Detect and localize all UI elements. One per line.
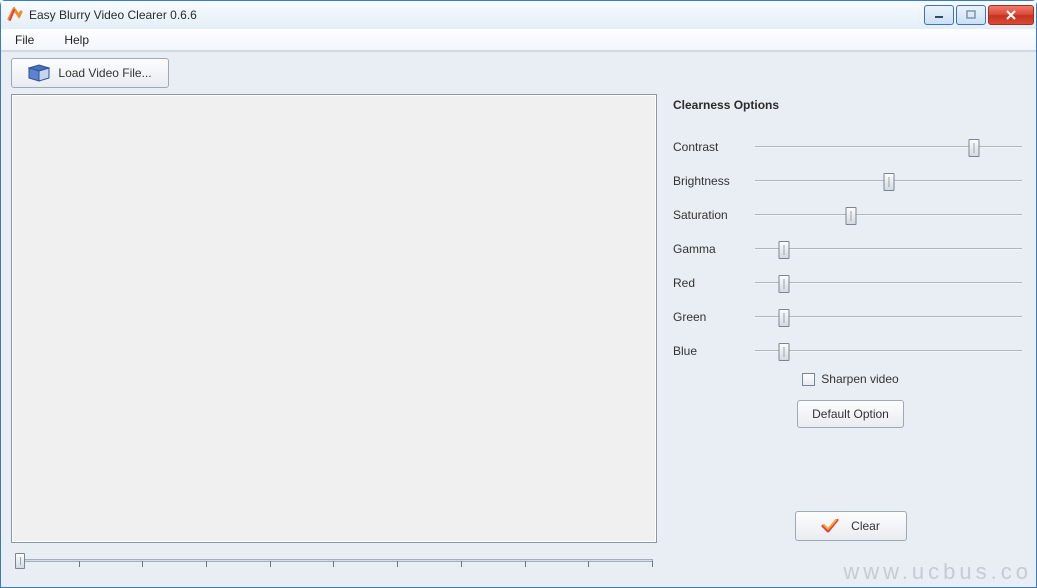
brightness-slider[interactable] bbox=[755, 171, 1022, 191]
timeline-slider[interactable] bbox=[11, 549, 657, 575]
close-button[interactable] bbox=[988, 5, 1034, 25]
titlebar: Easy Blurry Video Clearer 0.6.6 bbox=[1, 1, 1036, 29]
slider-row-brightness: Brightness bbox=[673, 164, 1028, 198]
window-controls bbox=[924, 5, 1034, 25]
body-row: Clearness Options Contrast Brightness Satu… bbox=[11, 94, 1028, 577]
slider-label: Contrast bbox=[673, 140, 749, 154]
sharpen-label: Sharpen video bbox=[821, 372, 898, 386]
book-icon bbox=[28, 64, 50, 82]
slider-label: Green bbox=[673, 310, 749, 324]
minimize-button[interactable] bbox=[924, 5, 954, 25]
slider-label: Blue bbox=[673, 344, 749, 358]
saturation-slider[interactable] bbox=[755, 205, 1022, 225]
slider-label: Gamma bbox=[673, 242, 749, 256]
client-area: Load Video File... Clearness Options Con… bbox=[1, 51, 1036, 587]
app-icon bbox=[7, 7, 23, 23]
checkmark-icon bbox=[821, 519, 839, 533]
slider-label: Saturation bbox=[673, 208, 749, 222]
clear-label: Clear bbox=[851, 519, 880, 533]
slider-row-blue: Blue bbox=[673, 334, 1028, 368]
slider-row-green: Green bbox=[673, 300, 1028, 334]
green-slider[interactable] bbox=[755, 307, 1022, 327]
options-heading: Clearness Options bbox=[673, 98, 1028, 112]
window-title: Easy Blurry Video Clearer 0.6.6 bbox=[29, 8, 197, 22]
preview-panel bbox=[11, 94, 657, 575]
blue-slider[interactable] bbox=[755, 341, 1022, 361]
video-preview bbox=[11, 94, 657, 543]
gamma-slider[interactable] bbox=[755, 239, 1022, 259]
contrast-slider[interactable] bbox=[755, 137, 1022, 157]
menu-file[interactable]: File bbox=[9, 31, 40, 49]
maximize-button[interactable] bbox=[956, 5, 986, 25]
clear-button[interactable]: Clear bbox=[795, 511, 907, 541]
slider-label: Brightness bbox=[673, 174, 749, 188]
sharpen-checkbox[interactable] bbox=[802, 373, 815, 386]
slider-row-red: Red bbox=[673, 266, 1028, 300]
slider-row-gamma: Gamma bbox=[673, 232, 1028, 266]
slider-label: Red bbox=[673, 276, 749, 290]
default-option-button[interactable]: Default Option bbox=[797, 400, 904, 428]
slider-row-contrast: Contrast bbox=[673, 130, 1028, 164]
red-slider[interactable] bbox=[755, 273, 1022, 293]
menu-help[interactable]: Help bbox=[58, 31, 95, 49]
load-video-label: Load Video File... bbox=[58, 66, 151, 80]
slider-row-saturation: Saturation bbox=[673, 198, 1028, 232]
menubar: File Help bbox=[1, 29, 1036, 51]
sharpen-row: Sharpen video bbox=[673, 372, 1028, 386]
app-window: Easy Blurry Video Clearer 0.6.6 File Hel… bbox=[0, 0, 1037, 588]
load-video-button[interactable]: Load Video File... bbox=[11, 58, 169, 88]
options-panel: Clearness Options Contrast Brightness Satu… bbox=[673, 94, 1028, 577]
